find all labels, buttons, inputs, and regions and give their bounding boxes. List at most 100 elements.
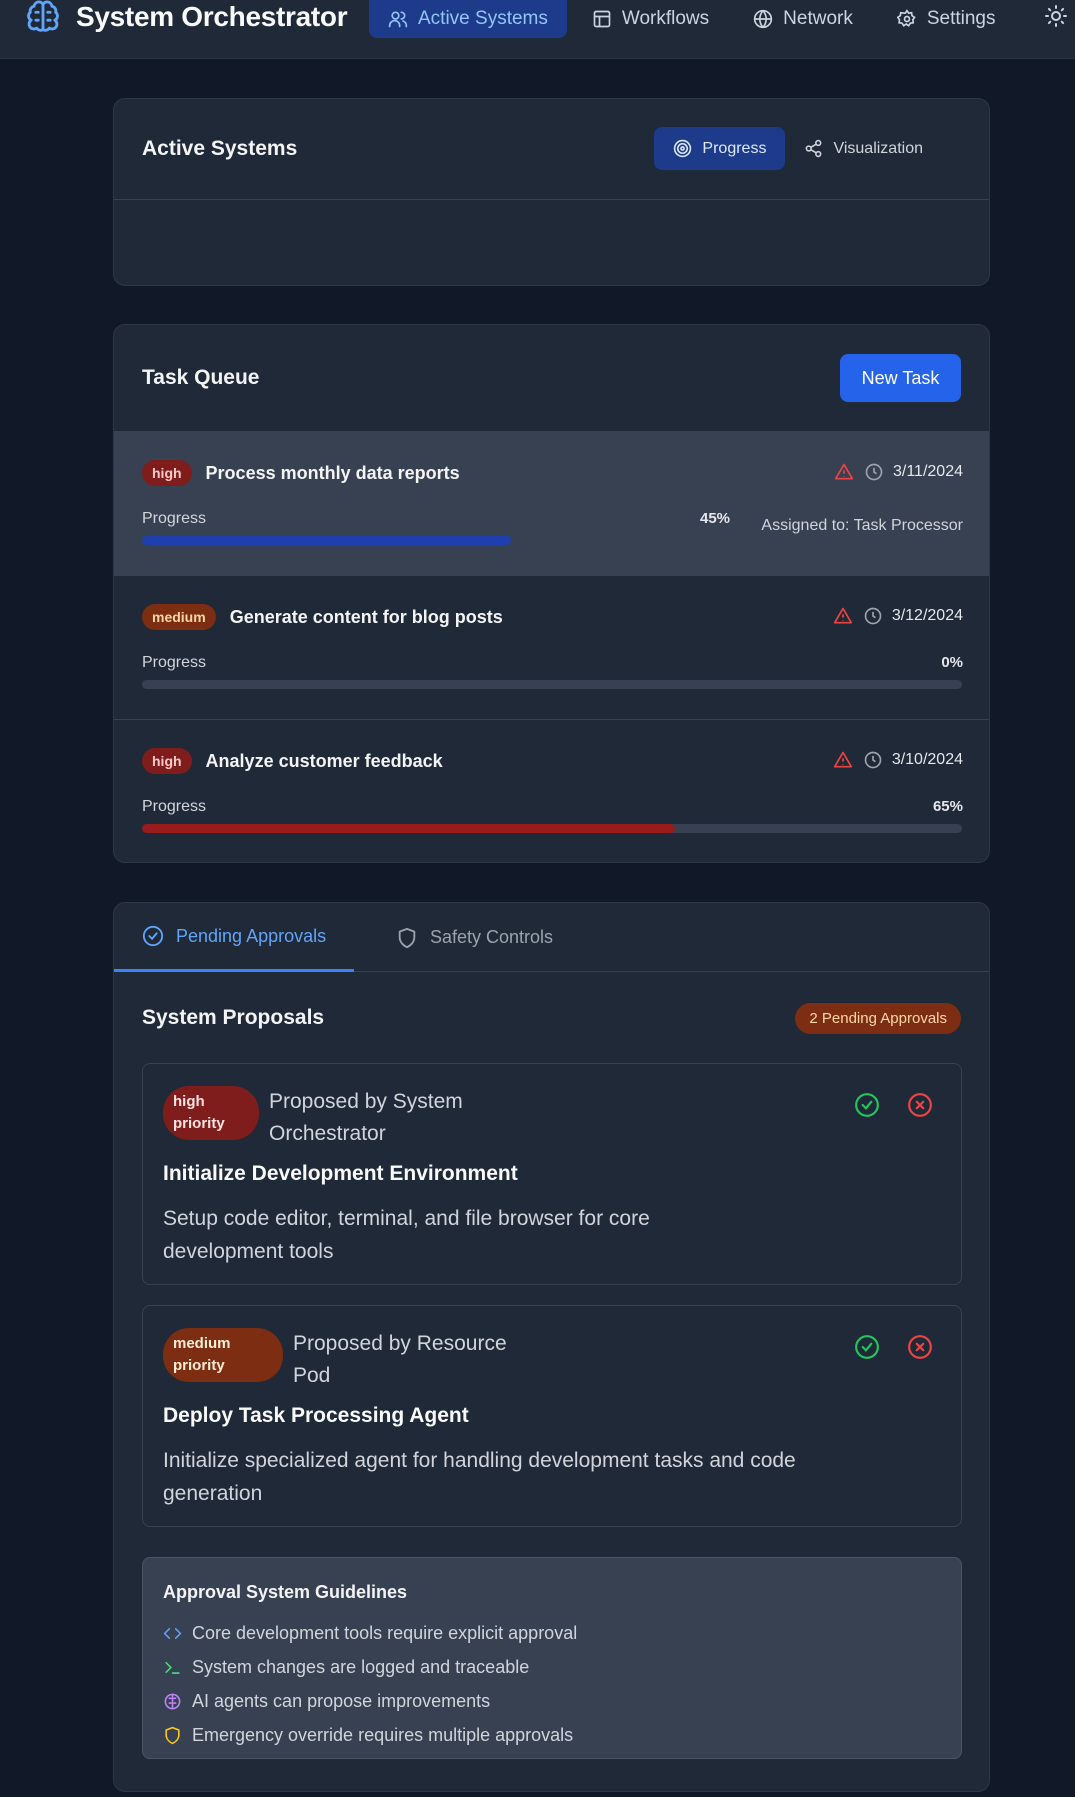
nav-item-network[interactable]: Network: [734, 0, 872, 38]
task-queue-title: Task Queue: [142, 366, 260, 389]
brain-icon: [24, 0, 62, 36]
gear-icon: [896, 9, 917, 29]
users-icon: [388, 9, 408, 29]
priority-badge: high: [142, 460, 192, 486]
progress-label: Progress: [142, 510, 207, 527]
task-date: 3/12/2024: [891, 607, 963, 624]
progress-view-button[interactable]: Progress: [654, 127, 786, 170]
nav-item-label: Network: [783, 8, 853, 29]
proposal-card: medium priority Proposed by Resource Pod…: [142, 1305, 962, 1527]
priority-badge: medium priority: [163, 1328, 283, 1382]
nav-item-active-systems[interactable]: Active Systems: [369, 0, 567, 38]
progress-percent: 65%: [932, 798, 963, 815]
proposal-title: Initialize Development Environment: [163, 1162, 518, 1185]
progress-percent: 45%: [700, 510, 731, 527]
reject-button[interactable]: [907, 1092, 933, 1118]
shield-icon: [163, 1726, 182, 1745]
check-circle-icon: [142, 925, 164, 947]
approve-button[interactable]: [854, 1334, 880, 1360]
tab-safety-controls[interactable]: Safety Controls: [368, 903, 581, 972]
clock-icon: [864, 462, 884, 482]
progress-bar: [142, 536, 745, 545]
list-item: Emergency override requires multiple app…: [163, 1718, 577, 1752]
task-date: 3/10/2024: [891, 751, 963, 768]
top-navbar: System Orchestrator Active Systems Workf…: [0, 0, 1075, 59]
approvals-tabs: Pending Approvals Safety Controls: [114, 903, 989, 972]
list-item: System changes are logged and traceable: [163, 1650, 577, 1684]
proposal-description: Setup code editor, terminal, and file br…: [163, 1207, 650, 1263]
priority-badge: medium: [142, 604, 216, 630]
tab-pending-approvals[interactable]: Pending Approvals: [114, 903, 355, 972]
guidelines-title: Approval System Guidelines: [163, 1582, 408, 1602]
app-title: System Orchestrator: [76, 1, 348, 32]
task-date: 3/11/2024: [893, 463, 963, 480]
progress-percent: 0%: [941, 654, 963, 671]
pending-count-badge: 2 Pending Approvals: [795, 1003, 961, 1034]
proposer-text: Proposed by System Orchestrator: [269, 1090, 463, 1145]
warning-icon: [833, 750, 853, 770]
guideline-text: Emergency override requires multiple app…: [192, 1724, 574, 1745]
sun-icon[interactable]: [1044, 4, 1068, 28]
list-item: AI agents can propose improvements: [163, 1684, 577, 1718]
main-nav: Active Systems Workflows Network Setting…: [369, 0, 1021, 38]
nav-item-settings[interactable]: Settings: [878, 0, 1015, 38]
active-systems-card: Active Systems Progress Visualization: [113, 98, 990, 286]
proposal-title: Deploy Task Processing Agent: [163, 1404, 469, 1427]
view-button-label: Progress: [702, 139, 767, 157]
progress-label: Progress: [142, 798, 207, 815]
tab-label: Pending Approvals: [176, 925, 327, 946]
proposer-text: Proposed by Resource Pod: [293, 1332, 507, 1387]
visualization-view-button[interactable]: Visualization: [785, 127, 942, 170]
target-icon: [673, 139, 692, 158]
nav-item-label: Workflows: [621, 8, 710, 29]
shield-icon: [396, 927, 418, 949]
progress-label: Progress: [142, 654, 207, 671]
approval-guidelines: Approval System Guidelines Core developm…: [142, 1557, 962, 1759]
new-task-button[interactable]: New Task: [840, 354, 961, 402]
brand[interactable]: System Orchestrator: [24, 0, 348, 36]
tab-label: Safety Controls: [430, 927, 554, 947]
progress-bar: [142, 824, 962, 833]
task-assignee: Assigned to: Task Processor: [761, 517, 963, 534]
guideline-text: Core development tools require explicit …: [192, 1622, 578, 1643]
globe-icon: [753, 9, 773, 29]
nav-item-label: Settings: [926, 8, 996, 29]
priority-badge: high priority: [163, 1086, 259, 1140]
progress-fill: [142, 824, 675, 833]
brain-icon: [163, 1692, 182, 1711]
task-row[interactable]: medium Generate content for blog posts 3…: [114, 575, 989, 719]
proposal-card: high priority Proposed by System Orchest…: [142, 1063, 962, 1285]
nav-item-workflows[interactable]: Workflows: [573, 0, 728, 38]
system-proposals-title: System Proposals: [142, 1006, 325, 1029]
task-title: Analyze customer feedback: [205, 750, 443, 771]
view-toggle: Progress Visualization: [654, 127, 942, 170]
progress-fill: [142, 536, 511, 545]
guideline-text: AI agents can propose improvements: [192, 1690, 491, 1711]
approvals-card: Pending Approvals Safety Controls System…: [113, 902, 990, 1792]
clock-icon: [863, 606, 883, 626]
warning-icon: [834, 462, 854, 482]
view-button-label: Visualization: [833, 139, 923, 157]
approve-button[interactable]: [854, 1092, 880, 1118]
active-systems-title: Active Systems: [142, 137, 298, 160]
clock-icon: [863, 750, 883, 770]
layout-icon: [592, 9, 612, 29]
guideline-text: System changes are logged and traceable: [192, 1656, 530, 1677]
task-row[interactable]: high Process monthly data reports 3/11/2…: [114, 431, 989, 575]
code-icon: [163, 1624, 182, 1643]
task-queue-card: Task Queue New Task high Process monthly…: [113, 324, 990, 863]
share-icon: [804, 139, 823, 158]
task-title: Process monthly data reports: [205, 462, 460, 483]
task-row[interactable]: high Analyze customer feedback 3/10/2024…: [114, 719, 989, 862]
proposal-description: Initialize specialized agent for handlin…: [163, 1449, 796, 1505]
list-item: Core development tools require explicit …: [163, 1616, 577, 1650]
terminal-icon: [163, 1658, 182, 1677]
progress-bar: [142, 680, 962, 689]
task-title: Generate content for blog posts: [229, 606, 503, 627]
warning-icon: [833, 606, 853, 626]
reject-button[interactable]: [907, 1334, 933, 1360]
divider: [114, 199, 989, 200]
priority-badge: high: [142, 748, 192, 774]
nav-item-label: Active Systems: [418, 8, 548, 29]
guidelines-list: Core development tools require explicit …: [163, 1616, 577, 1752]
